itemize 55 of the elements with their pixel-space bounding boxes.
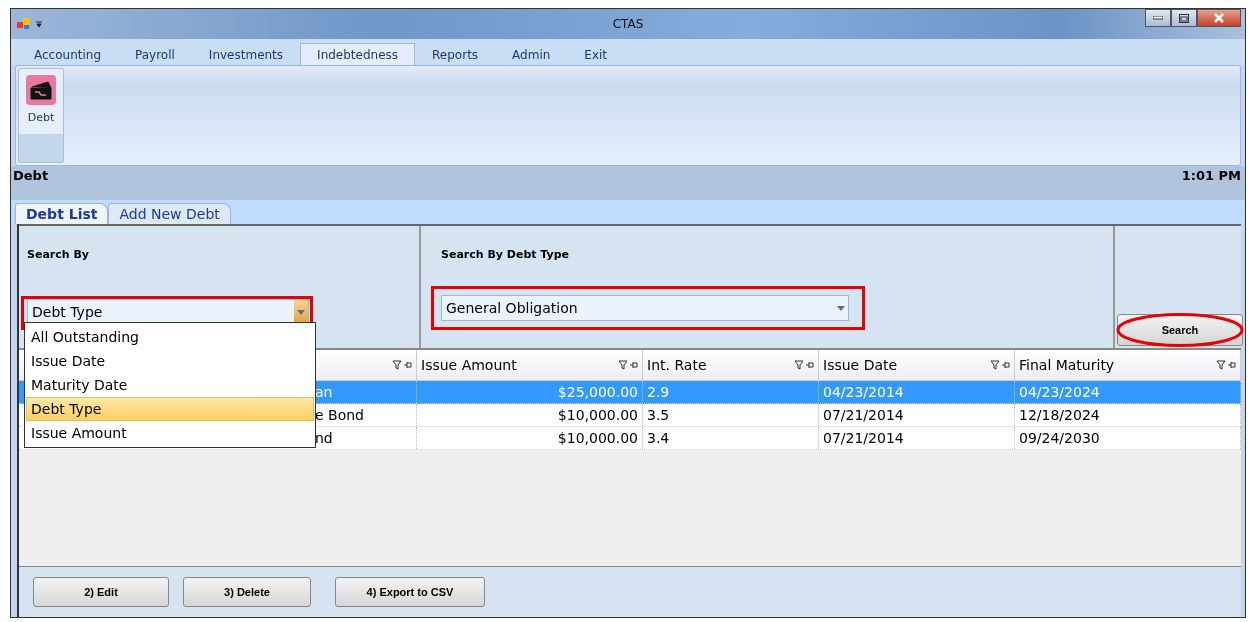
table-cell: 09/24/2030: [1015, 427, 1241, 449]
table-cell: 12/18/2024: [1015, 404, 1241, 426]
clock-time: 1:01 PM: [1181, 168, 1241, 183]
table-cell: 07/21/2014: [819, 427, 1015, 449]
menu-tab[interactable]: Accounting: [17, 43, 118, 65]
section-title: Debt: [13, 168, 49, 183]
table-cell: $25,000.00: [417, 381, 643, 403]
dropdown-option[interactable]: Debt Type: [26, 397, 314, 421]
maximize-button[interactable]: [1171, 9, 1197, 27]
window-title: CTAS: [612, 17, 644, 31]
maximize-icon: [1179, 13, 1189, 23]
menu-tab[interactable]: Payroll: [118, 43, 192, 65]
quick-access-caret-icon[interactable]: [35, 20, 43, 28]
table-cell: 04/23/2024: [1015, 381, 1241, 403]
table-cell: 3.5: [643, 404, 819, 426]
menu-tab[interactable]: Reports: [415, 43, 496, 65]
field-label: Search By Debt Type: [441, 248, 571, 261]
table-cell: 3.4: [643, 427, 819, 449]
action-button[interactable]: 2) Edit: [33, 577, 169, 607]
close-button[interactable]: [1197, 9, 1241, 27]
filter-pin-icon[interactable]: [392, 360, 412, 370]
ribbon-button[interactable]: Debt: [18, 68, 64, 163]
minimize-icon: [1153, 16, 1163, 20]
tab[interactable]: Debt List: [15, 203, 109, 224]
filter-pin-icon[interactable]: [794, 360, 814, 370]
close-icon: [1213, 13, 1225, 23]
dropdown-arrow-icon[interactable]: [297, 309, 305, 315]
table-cell: $10,000.00: [417, 427, 643, 449]
filter-pin-icon[interactable]: [1216, 360, 1236, 370]
table-cell: 07/21/2014: [819, 404, 1015, 426]
minimize-button[interactable]: [1145, 9, 1171, 27]
tab[interactable]: Add New Debt: [108, 203, 231, 224]
menu-tab[interactable]: Exit: [567, 43, 625, 65]
menu-tab[interactable]: Admin: [495, 43, 568, 65]
action-button[interactable]: 4) Export to CSV: [335, 577, 485, 607]
menu-tab[interactable]: Investments: [191, 43, 301, 65]
menu-tab[interactable]: Indebtedness: [300, 43, 416, 65]
table-cell: 2.9: [643, 381, 819, 403]
table-cell: $10,000.00: [417, 404, 643, 426]
search-by-dropdown[interactable]: Debt Type: [27, 299, 309, 325]
wallet-icon: [26, 75, 56, 105]
filter-pin-icon[interactable]: [990, 360, 1010, 370]
dropdown-option[interactable]: Issue Date: [26, 349, 314, 373]
table-cell: 04/23/2014: [819, 381, 1015, 403]
column-header[interactable]: Issue Amount: [417, 350, 643, 380]
column-header[interactable]: Final Maturity: [1015, 350, 1241, 380]
column-header[interactable]: Int. Rate: [643, 350, 819, 380]
dropdown-option[interactable]: All Outstanding: [26, 325, 314, 349]
filter-pin-icon[interactable]: [618, 360, 638, 370]
column-header[interactable]: Issue Date: [819, 350, 1015, 380]
action-button[interactable]: 3) Delete: [183, 577, 311, 607]
debt-type-dropdown[interactable]: General Obligation: [441, 295, 849, 321]
field-label: Search By: [27, 248, 90, 261]
dropdown-arrow-icon[interactable]: [837, 305, 845, 311]
app-icon: [17, 18, 31, 30]
